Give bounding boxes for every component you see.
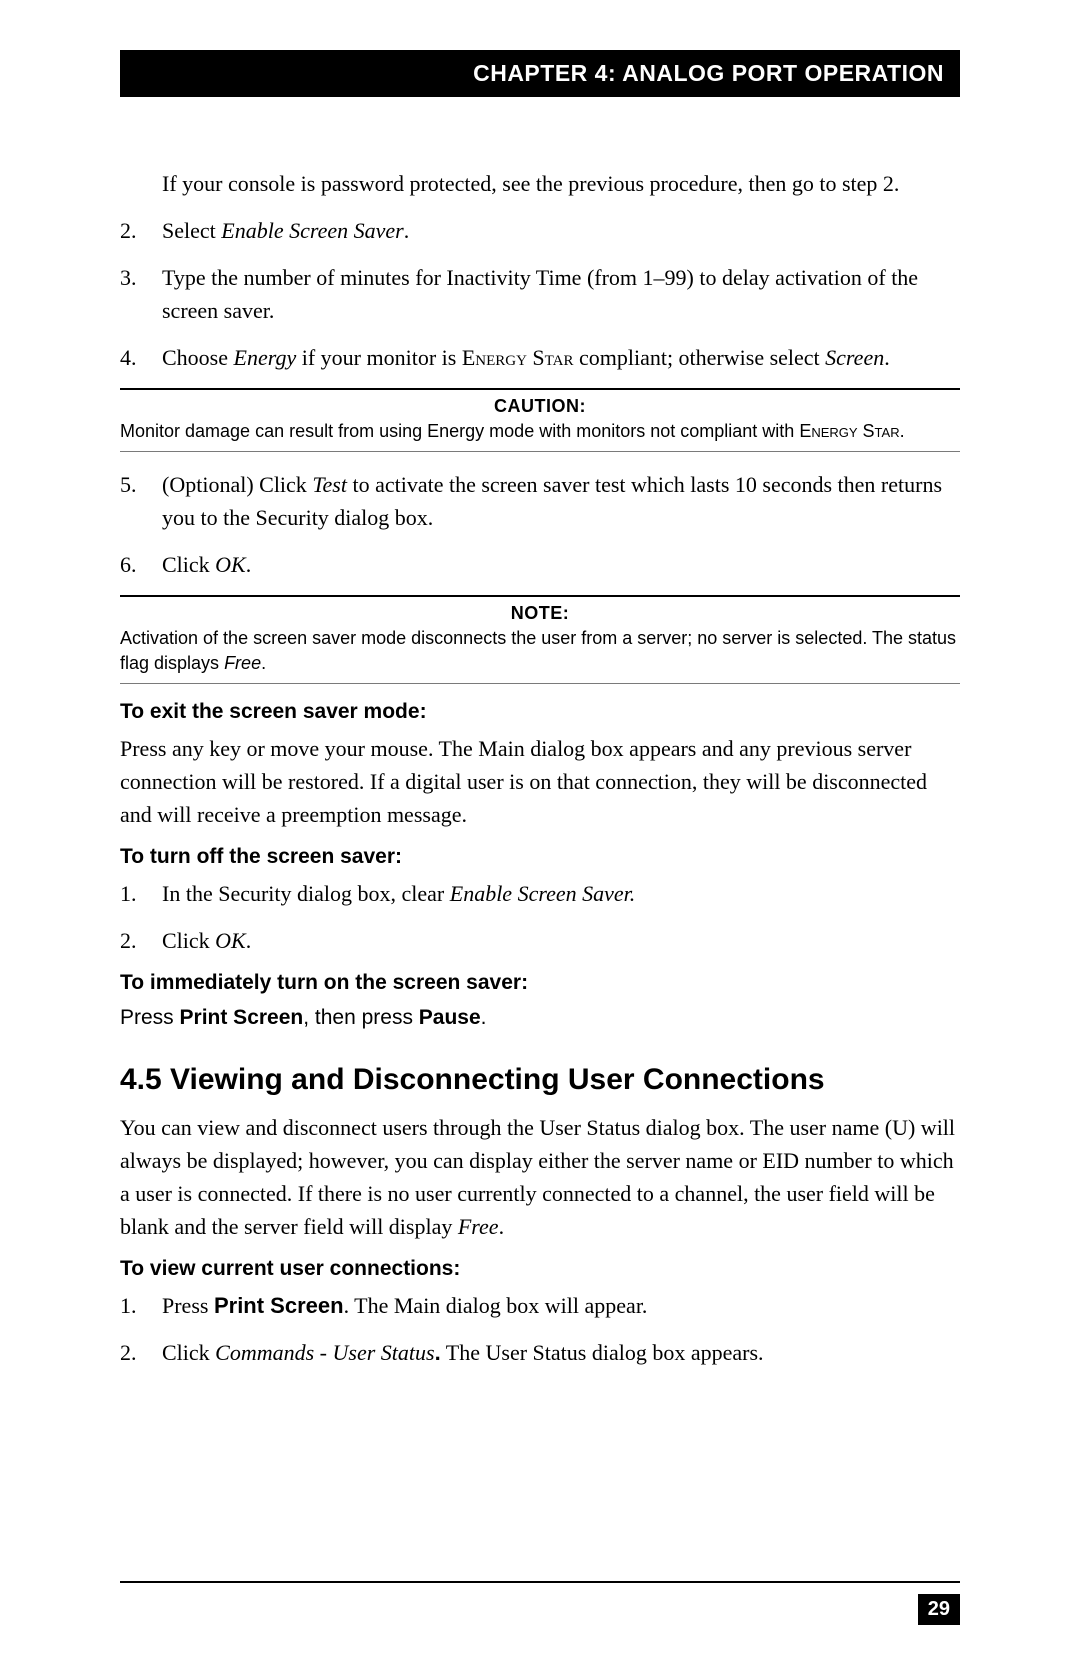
step-number: 3.: [120, 261, 162, 327]
step-body: In the Security dialog box, clear Enable…: [162, 877, 960, 910]
step-item: 1. In the Security dialog box, clear Ena…: [120, 877, 960, 910]
document-page: CHAPTER 4: ANALOG PORT OPERATION If your…: [0, 0, 1080, 1669]
step-number: 2.: [120, 1336, 162, 1369]
step-number: 2.: [120, 214, 162, 247]
step-body: Choose Energy if your monitor is Energy …: [162, 341, 960, 374]
bold: Print Screen: [180, 1006, 304, 1029]
step-body: Press Print Screen. The Main dialog box …: [162, 1289, 960, 1322]
text: Click: [162, 1340, 215, 1365]
section-body: You can view and disconnect users throug…: [120, 1111, 960, 1243]
emphasis: OK: [215, 552, 246, 577]
caution-title: CAUTION:: [120, 396, 960, 417]
step-item: 2. Click Commands - User Status. The Use…: [120, 1336, 960, 1369]
step-body: Click OK.: [162, 548, 960, 581]
step-number: 1.: [120, 877, 162, 910]
text: .: [246, 928, 252, 953]
text: .: [404, 218, 410, 243]
subhead-turnoff: To turn off the screen saver:: [120, 845, 960, 869]
subhead-exit: To exit the screen saver mode:: [120, 700, 960, 724]
text: compliant; otherwise select: [573, 345, 825, 370]
emphasis: Enable Screen Saver: [221, 218, 403, 243]
step-item: 2. Select Enable Screen Saver.: [120, 214, 960, 247]
text: .: [481, 1006, 487, 1029]
step-item: 1. Press Print Screen. The Main dialog b…: [120, 1289, 960, 1322]
text: You can view and disconnect users throug…: [120, 1115, 955, 1239]
step-body: Select Enable Screen Saver.: [162, 214, 960, 247]
text: Select: [162, 218, 221, 243]
text: .: [246, 552, 252, 577]
text: Press: [162, 1293, 214, 1318]
section-title: 4.5 Viewing and Disconnecting User Conne…: [120, 1063, 960, 1097]
emphasis: Free: [224, 653, 261, 673]
step-body: Type the number of minutes for Inactivit…: [162, 261, 960, 327]
chapter-header: CHAPTER 4: ANALOG PORT OPERATION: [120, 50, 960, 97]
step-body: (Optional) Click Test to activate the sc…: [162, 468, 960, 534]
bold: Print Screen: [214, 1293, 344, 1318]
step-number: 1.: [120, 1289, 162, 1322]
smallcaps: Energy Star: [462, 345, 574, 370]
text: The User Status dialog box appears.: [441, 1340, 764, 1365]
text: if your monitor is: [296, 345, 462, 370]
emphasis: Commands - User Status: [215, 1340, 434, 1365]
step-number: 5.: [120, 468, 162, 534]
text: . The Main dialog box will appear.: [344, 1293, 648, 1318]
smallcaps: Energy Star: [799, 421, 899, 441]
exit-body: Press any key or move your mouse. The Ma…: [120, 732, 960, 831]
text: (Optional) Click: [162, 472, 312, 497]
subhead-viewconn: To view current user connections:: [120, 1257, 960, 1281]
note-body: Activation of the screen saver mode disc…: [120, 626, 960, 675]
step-body: Click Commands - User Status. The User S…: [162, 1336, 960, 1369]
intro-line: If your console is password protected, s…: [120, 167, 960, 200]
emphasis: Screen: [825, 345, 884, 370]
step-item: 3. Type the number of minutes for Inacti…: [120, 261, 960, 327]
emphasis: Free: [458, 1214, 499, 1239]
text: .: [499, 1214, 505, 1239]
step-number: 6.: [120, 548, 162, 581]
text: Choose: [162, 345, 234, 370]
step-item: 4. Choose Energy if your monitor is Ener…: [120, 341, 960, 374]
step-body: Click OK.: [162, 924, 960, 957]
page-number: 29: [918, 1594, 960, 1625]
emphasis: Energy: [234, 345, 297, 370]
note-callout: NOTE: Activation of the screen saver mod…: [120, 595, 960, 684]
text: .: [884, 345, 890, 370]
step-number: 2.: [120, 924, 162, 957]
text: .: [900, 421, 905, 441]
subhead-turnon: To immediately turn on the screen saver:: [120, 971, 960, 995]
emphasis: OK: [215, 928, 246, 953]
text: Monitor damage can result from using Ene…: [120, 421, 799, 441]
emphasis: Enable Screen Saver.: [450, 881, 636, 906]
note-title: NOTE:: [120, 603, 960, 624]
text: Click: [162, 552, 215, 577]
step-item: 2. Click OK.: [120, 924, 960, 957]
caution-body: Monitor damage can result from using Ene…: [120, 419, 960, 443]
turnon-body: Press Print Screen, then press Pause.: [120, 1003, 960, 1033]
text: , then press: [303, 1006, 419, 1029]
caution-callout: CAUTION: Monitor damage can result from …: [120, 388, 960, 452]
step-item: 5. (Optional) Click Test to activate the…: [120, 468, 960, 534]
footer-rule: [120, 1581, 960, 1583]
bold: Pause: [419, 1006, 481, 1029]
step-number: 4.: [120, 341, 162, 374]
text: Press: [120, 1006, 180, 1029]
text: In the Security dialog box, clear: [162, 881, 450, 906]
step-item: 6. Click OK.: [120, 548, 960, 581]
text: Click: [162, 928, 215, 953]
emphasis: Test: [312, 472, 347, 497]
text: .: [261, 653, 266, 673]
